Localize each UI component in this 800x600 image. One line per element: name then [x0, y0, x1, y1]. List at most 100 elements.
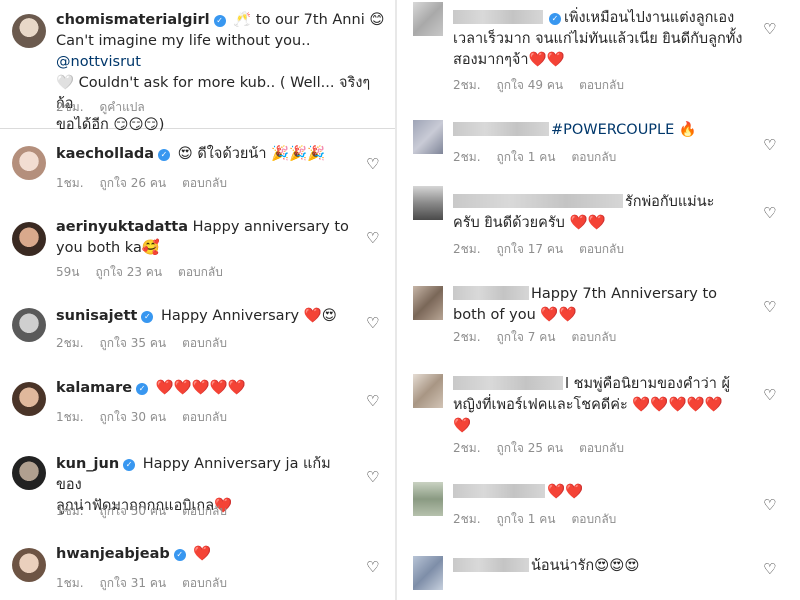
verified-badge-icon: ✓	[549, 13, 561, 25]
like-heart-icon[interactable]: ♡	[763, 22, 776, 37]
comment-item: kaechollada ✓ 😍 ดีใจด้วยน้า 🎉🎉🎉 1ชม. ถูกใจ…	[0, 128, 395, 198]
comment-text: Happy 7th Anniversary to	[531, 286, 718, 302]
like-heart-icon[interactable]: ♡	[763, 388, 776, 403]
timestamp: 2ชม.	[453, 441, 481, 455]
avatar[interactable]	[12, 222, 46, 256]
hashtag-link[interactable]: #POWERCOUPLE 🔥	[551, 122, 697, 138]
caption-text: Can't imagine my life without you..	[56, 33, 311, 49]
avatar[interactable]	[413, 286, 443, 320]
avatar[interactable]	[12, 548, 46, 582]
avatar[interactable]	[413, 186, 443, 220]
reply-button[interactable]: ตอบกลับ	[571, 150, 616, 164]
blurred-username[interactable]	[453, 286, 529, 300]
blurred-username[interactable]	[453, 122, 549, 136]
timestamp: 1ชม.	[56, 576, 84, 590]
like-heart-icon[interactable]: ♡	[366, 316, 379, 331]
reply-button[interactable]: ตอบกลับ	[579, 242, 624, 256]
avatar[interactable]	[413, 482, 443, 516]
timestamp: 59น	[56, 265, 80, 279]
reply-button[interactable]: ตอบกลับ	[571, 512, 616, 526]
like-count[interactable]: ถูกใจ 1 คน	[497, 150, 556, 164]
avatar[interactable]	[413, 2, 443, 36]
verified-badge-icon: ✓	[173, 549, 186, 561]
like-count[interactable]: ถูกใจ 30 คน	[100, 410, 167, 424]
blurred-username[interactable]	[453, 376, 563, 390]
comment-text: l ชมพู่คือนิยามของคำว่า ผู้	[565, 376, 731, 392]
like-heart-icon[interactable]: ♡	[763, 138, 776, 153]
blurred-username[interactable]	[453, 558, 529, 572]
reply-button[interactable]: ตอบกลับ	[579, 441, 624, 455]
like-heart-icon[interactable]: ♡	[366, 157, 379, 172]
like-heart-icon[interactable]: ♡	[366, 231, 379, 246]
avatar[interactable]	[12, 308, 46, 342]
reply-button[interactable]: ตอบกลับ	[182, 336, 227, 350]
comment-item: น้อนน่ารัก😍😍😍 ♡	[397, 550, 800, 600]
reply-button[interactable]: ตอบกลับ	[178, 265, 223, 279]
verified-badge-icon: ✓	[213, 15, 226, 27]
comment-text: ❤️❤️❤️❤️❤️	[151, 380, 246, 396]
avatar[interactable]	[12, 456, 46, 490]
caption-username[interactable]: chomismaterialgirl	[56, 12, 210, 28]
like-count[interactable]: ถูกใจ 17 คน	[497, 242, 564, 256]
comment-text: รักพ่อกับแม่นะ	[625, 194, 715, 210]
like-count[interactable]: ถูกใจ 26 คน	[100, 176, 167, 190]
comment-text: ❤️❤️	[547, 484, 584, 500]
comment-username[interactable]: kaechollada	[56, 146, 154, 162]
like-count[interactable]: ถูกใจ 23 คน	[95, 265, 162, 279]
reply-button[interactable]: ตอบกลับ	[182, 576, 227, 590]
see-translation-button[interactable]: ดูคำแปล	[100, 100, 145, 114]
comment-text: you both ka🥰	[56, 240, 160, 256]
comment-username[interactable]: kun_jun	[56, 456, 119, 472]
like-heart-icon[interactable]: ♡	[763, 300, 776, 315]
comment-username[interactable]: sunisajett	[56, 308, 137, 324]
comment-username[interactable]: kalamare	[56, 380, 132, 396]
avatar[interactable]	[12, 146, 46, 180]
verified-badge-icon: ✓	[123, 459, 136, 471]
timestamp: 2ชม.	[56, 336, 84, 350]
avatar[interactable]	[12, 382, 46, 416]
like-count[interactable]: ถูกใจ 49 คน	[497, 78, 564, 92]
comment-text: ❤️	[453, 418, 472, 434]
comment-item: aerinyuktadatta Happy anniversary to you…	[0, 208, 395, 288]
like-count[interactable]: ถูกใจ 50 คน	[100, 504, 167, 518]
like-count[interactable]: ถูกใจ 35 คน	[100, 336, 167, 350]
timestamp: 1ชม.	[56, 504, 84, 518]
reply-button[interactable]: ตอบกลับ	[571, 330, 616, 344]
comment-item: sunisajett ✓ Happy Anniversary ❤️😍 2ชม. ถู…	[0, 292, 395, 362]
timestamp: 2ชม.	[453, 330, 481, 344]
like-heart-icon[interactable]: ♡	[366, 394, 379, 409]
comment-username[interactable]: aerinyuktadatta	[56, 219, 188, 235]
comment-item: #POWERCOUPLE 🔥 2ชม. ถูกใจ 1 คน ตอบกลับ ♡	[397, 110, 800, 174]
avatar[interactable]	[413, 556, 443, 590]
reply-button[interactable]: ตอบกลับ	[182, 504, 227, 518]
timestamp: 1ชม.	[56, 176, 84, 190]
reply-button[interactable]: ตอบกลับ	[182, 410, 227, 424]
comment-item: ✓ เพิ่งเหมือนไปงานแต่งลูกเอง เวลาเร็วมาก …	[397, 0, 800, 110]
blurred-username[interactable]	[453, 194, 623, 208]
reply-button[interactable]: ตอบกลับ	[182, 176, 227, 190]
comment-text: Happy Anniversary ❤️😍	[156, 308, 337, 324]
avatar[interactable]	[12, 14, 46, 48]
comment-username[interactable]: hwanjeabjeab	[56, 546, 170, 562]
timestamp: 2ชม.	[453, 150, 481, 164]
left-comments-panel: chomismaterialgirl ✓ 🥂 to our 7th Anni 😊 …	[0, 0, 395, 600]
like-heart-icon[interactable]: ♡	[763, 206, 776, 221]
avatar[interactable]	[413, 120, 443, 154]
like-count[interactable]: ถูกใจ 31 คน	[100, 576, 167, 590]
like-heart-icon[interactable]: ♡	[366, 560, 379, 575]
like-count[interactable]: ถูกใจ 25 คน	[497, 441, 564, 455]
reply-button[interactable]: ตอบกลับ	[579, 78, 624, 92]
like-heart-icon[interactable]: ♡	[763, 498, 776, 513]
blurred-username[interactable]	[453, 10, 543, 24]
blurred-username[interactable]	[453, 484, 545, 498]
like-count[interactable]: ถูกใจ 7 คน	[497, 330, 556, 344]
caption-text: 🥂 to our 7th Anni 😊	[228, 12, 385, 28]
comment-item: ❤️❤️ 2ชม. ถูกใจ 1 คน ตอบกลับ ♡	[397, 474, 800, 538]
avatar[interactable]	[413, 374, 443, 408]
timestamp: 2ชม.	[453, 512, 481, 526]
caption-mention-link[interactable]: @nottvisrut	[56, 54, 141, 70]
like-heart-icon[interactable]: ♡	[366, 470, 379, 485]
comment-text: สองมากๆจ้า❤️❤️	[453, 52, 565, 68]
like-heart-icon[interactable]: ♡	[763, 562, 776, 577]
like-count[interactable]: ถูกใจ 1 คน	[497, 512, 556, 526]
